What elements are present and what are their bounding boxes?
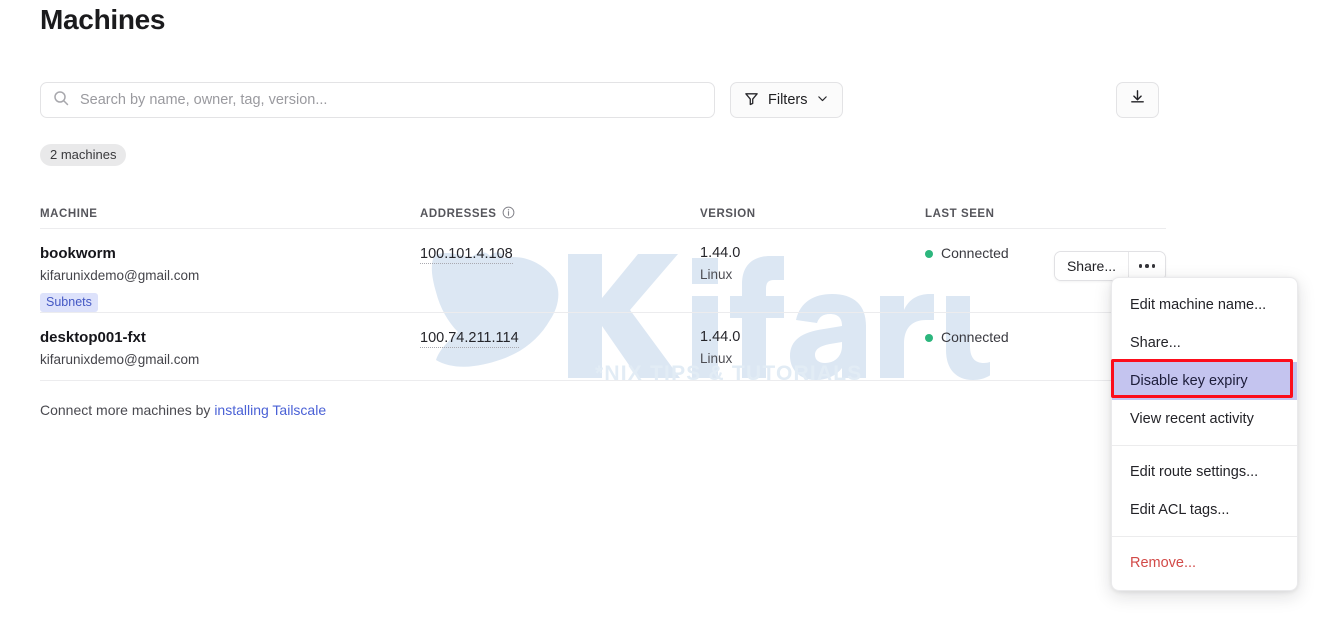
menu-divider	[1112, 536, 1297, 537]
page-title: Machines	[40, 4, 166, 35]
machine-cell: desktop001-fxt kifarunixdemo@gmail.com	[40, 329, 420, 368]
addresses-cell: 100.101.4.108	[420, 245, 700, 264]
machines-page: *NIX TIPS & TUTORIALS Machines Filters	[0, 0, 1331, 632]
machine-name[interactable]: bookworm	[40, 245, 420, 263]
footer-note: Connect more machines by installing Tail…	[40, 402, 326, 418]
column-header-addresses: ADDRESSES	[420, 206, 700, 222]
status-label: Connected	[941, 329, 1009, 345]
menu-item-view-recent-activity[interactable]: View recent activity	[1112, 400, 1297, 438]
search-input[interactable]	[78, 91, 702, 109]
machine-name[interactable]: desktop001-fxt	[40, 329, 420, 347]
status-label: Connected	[941, 245, 1009, 261]
addresses-cell: 100.74.211.114	[420, 329, 700, 348]
search-box[interactable]	[40, 82, 715, 118]
installing-tailscale-link[interactable]: installing Tailscale	[214, 402, 326, 418]
machine-version: 1.44.0	[700, 245, 741, 261]
machine-owner: kifarunixdemo@gmail.com	[40, 352, 200, 367]
machines-table: MACHINE ADDRESSES VERSION LAST SEEN book…	[40, 200, 1166, 381]
machine-os: Linux	[700, 267, 733, 282]
machine-address[interactable]: 100.74.211.114	[420, 330, 519, 348]
menu-item-remove[interactable]: Remove...	[1112, 544, 1297, 582]
version-cell: 1.44.0 Linux	[700, 329, 925, 367]
menu-item-edit-machine-name[interactable]: Edit machine name...	[1112, 286, 1297, 324]
column-header-addresses-label: ADDRESSES	[420, 208, 497, 220]
machine-cell: bookworm kifarunixdemo@gmail.com Subnets	[40, 245, 420, 312]
status-dot-icon	[925, 333, 933, 342]
machine-context-menu: Edit machine name... Share... Disable ke…	[1111, 277, 1298, 591]
menu-divider	[1112, 445, 1297, 446]
column-header-machine: MACHINE	[40, 208, 98, 220]
status-dot-icon	[925, 249, 933, 258]
menu-item-share[interactable]: Share...	[1112, 324, 1297, 362]
menu-item-edit-route-settings[interactable]: Edit route settings...	[1112, 453, 1297, 491]
machine-os: Linux	[700, 351, 733, 366]
table-header-row: MACHINE ADDRESSES VERSION LAST SEEN	[40, 200, 1166, 229]
download-icon	[1129, 89, 1146, 111]
machine-tag-subnets[interactable]: Subnets	[40, 293, 98, 312]
machine-version: 1.44.0	[700, 329, 741, 345]
footer-text: Connect more machines by	[40, 402, 215, 418]
table-row[interactable]: desktop001-fxt kifarunixdemo@gmail.com 1…	[40, 313, 1166, 381]
column-header-last-seen: LAST SEEN	[925, 208, 995, 220]
machine-count-badge: 2 machines	[40, 144, 127, 166]
machine-owner: kifarunixdemo@gmail.com	[40, 268, 200, 283]
menu-item-edit-acl-tags[interactable]: Edit ACL tags...	[1112, 491, 1297, 529]
export-button[interactable]	[1116, 82, 1159, 118]
machine-address[interactable]: 100.101.4.108	[420, 246, 513, 264]
filters-button[interactable]: Filters	[730, 82, 844, 118]
info-icon[interactable]	[502, 206, 515, 222]
filter-icon	[744, 91, 759, 110]
menu-item-disable-key-expiry[interactable]: Disable key expiry	[1112, 362, 1297, 400]
search-icon	[53, 90, 69, 111]
filters-label: Filters	[768, 92, 808, 108]
chevron-down-icon	[816, 92, 829, 109]
ellipsis-icon[interactable]	[1129, 252, 1165, 280]
version-cell: 1.44.0 Linux	[700, 245, 925, 283]
table-row[interactable]: bookworm kifarunixdemo@gmail.com Subnets…	[40, 229, 1166, 313]
column-header-version: VERSION	[700, 208, 756, 220]
share-button[interactable]: Share...	[1054, 252, 1129, 280]
